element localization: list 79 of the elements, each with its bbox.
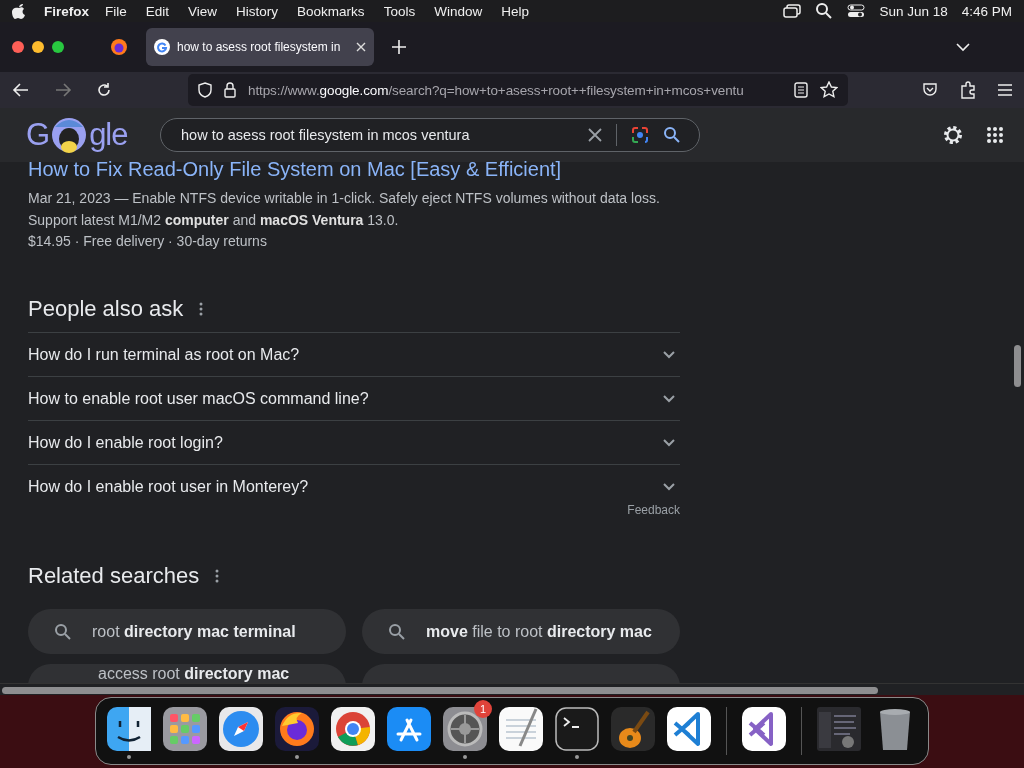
- question-row[interactable]: How do I run terminal as root on Mac?: [28, 332, 680, 376]
- menu-item[interactable]: File: [105, 3, 127, 19]
- chevron-down-icon: [662, 437, 676, 448]
- control-center-icon[interactable]: [847, 4, 866, 18]
- chrome-app-icon[interactable]: [330, 706, 376, 752]
- chevron-down-icon: [662, 393, 676, 404]
- back-icon[interactable]: [12, 82, 30, 98]
- reader-view-icon[interactable]: [794, 82, 808, 98]
- menu-item[interactable]: Edit: [145, 3, 170, 19]
- chevron-down-icon: [662, 481, 676, 492]
- menu-item[interactable]: Bookmarks: [297, 3, 365, 19]
- shield-icon[interactable]: [198, 82, 212, 98]
- zoom-window-button[interactable]: [52, 41, 64, 53]
- settings-icon[interactable]: [942, 124, 964, 146]
- result-snippet: Mar 21, 2023 — Enable NTFS device writable in 1-click. Safely eject NTFS volumes without data loss. Support latest M1/M2 computer and macOS Ventura 13.0.: [28, 189, 661, 230]
- search-icon: [54, 622, 72, 641]
- related-search-chip[interactable]: root directory mac terminal: [28, 609, 346, 654]
- menu-item[interactable]: Tools: [383, 3, 416, 19]
- g-favicon-icon: [154, 39, 170, 55]
- menubar-time: 4:46 PM: [961, 3, 1012, 19]
- more-options-icon[interactable]: [215, 569, 220, 583]
- search-icon: [663, 126, 681, 144]
- result-offer-details: $14.95 · Free delivery · 30-day returns: [28, 233, 268, 249]
- address-bar[interactable]: https://www.google.com/search?q=how+to+asess+root++filesystem+in+mcos+ventu: [188, 74, 848, 106]
- section-heading: People also ask: [28, 296, 184, 322]
- lock-icon[interactable]: [224, 82, 236, 98]
- close-icon[interactable]: [356, 42, 366, 52]
- garageband-app-icon[interactable]: [610, 706, 656, 752]
- related-search-chip[interactable]: access root directory mac: [28, 664, 346, 683]
- notification-badge: 1: [474, 700, 492, 718]
- clear-icon[interactable]: [588, 128, 602, 142]
- vscode-app-icon[interactable]: [666, 706, 712, 752]
- window-switcher-icon[interactable]: [783, 4, 802, 18]
- question-row[interactable]: How to enable root user macOS command line?: [28, 376, 680, 420]
- result-title-link[interactable]: How to Fix Read-Only File System on Mac [Easy & Efficient]: [28, 158, 680, 181]
- apps-grid-icon[interactable]: [986, 126, 1004, 144]
- pocket-icon[interactable]: [922, 82, 938, 98]
- firefox-app-icon[interactable]: [274, 706, 320, 752]
- question-row[interactable]: How do I enable root login?: [28, 420, 680, 464]
- feedback-link[interactable]: Feedback: [611, 503, 680, 517]
- close-window-button[interactable]: [12, 41, 24, 53]
- fox-icon[interactable]: [110, 38, 128, 56]
- search-field[interactable]: how to asess root filesystem in mcos ventura: [160, 118, 700, 152]
- url-text: https://www.google.com/search?q=how+to+asess+root++filesystem+in+mcos+ventu: [248, 82, 745, 98]
- menu-icon[interactable]: [998, 84, 1012, 96]
- search-icon: [815, 2, 834, 20]
- terminal-app-icon[interactable]: [554, 706, 600, 752]
- horizontal-scrollbar-thumb[interactable]: [2, 687, 878, 694]
- lens-icon[interactable]: [631, 126, 649, 144]
- launchpad-app-icon[interactable]: [162, 706, 208, 752]
- vertical-scrollbar-thumb[interactable]: [1014, 345, 1021, 387]
- menu-item[interactable]: View: [188, 3, 218, 19]
- safari-app-icon[interactable]: [218, 706, 264, 752]
- reload-icon[interactable]: [96, 82, 112, 98]
- appstore-app-icon[interactable]: [386, 706, 432, 752]
- visualstudio-app-icon[interactable]: [741, 706, 787, 752]
- settings-app-icon[interactable]: [442, 706, 488, 752]
- related-search-chip[interactable]: move file to root directory mac: [362, 609, 680, 654]
- search-icon: [388, 622, 406, 641]
- textedit-app-icon[interactable]: [498, 706, 544, 752]
- apple-logo-icon[interactable]: [12, 3, 26, 19]
- star-icon[interactable]: [820, 81, 838, 99]
- app-menu[interactable]: Firefox: [44, 3, 89, 19]
- browser-tab[interactable]: how to asess root filesystem in: [146, 28, 374, 66]
- forward-icon[interactable]: [54, 82, 72, 98]
- chevron-down-icon: [662, 349, 676, 360]
- menu-item[interactable]: History: [236, 3, 279, 19]
- minimize-window-button[interactable]: [32, 41, 44, 53]
- finder-app-icon[interactable]: [106, 706, 152, 752]
- section-heading: Related searches: [28, 563, 200, 589]
- puzzle-icon[interactable]: [960, 81, 976, 99]
- chevron-down-icon[interactable]: [956, 42, 970, 52]
- window-app-icon[interactable]: [816, 706, 862, 752]
- doodle-logo[interactable]: G gle: [26, 113, 136, 157]
- menu-item[interactable]: Window: [434, 3, 483, 19]
- new-tab-icon[interactable]: [392, 40, 406, 54]
- more-options-icon[interactable]: [199, 302, 204, 316]
- menu-item[interactable]: Help: [501, 3, 529, 19]
- menubar-date: Sun Jun 18: [879, 3, 948, 19]
